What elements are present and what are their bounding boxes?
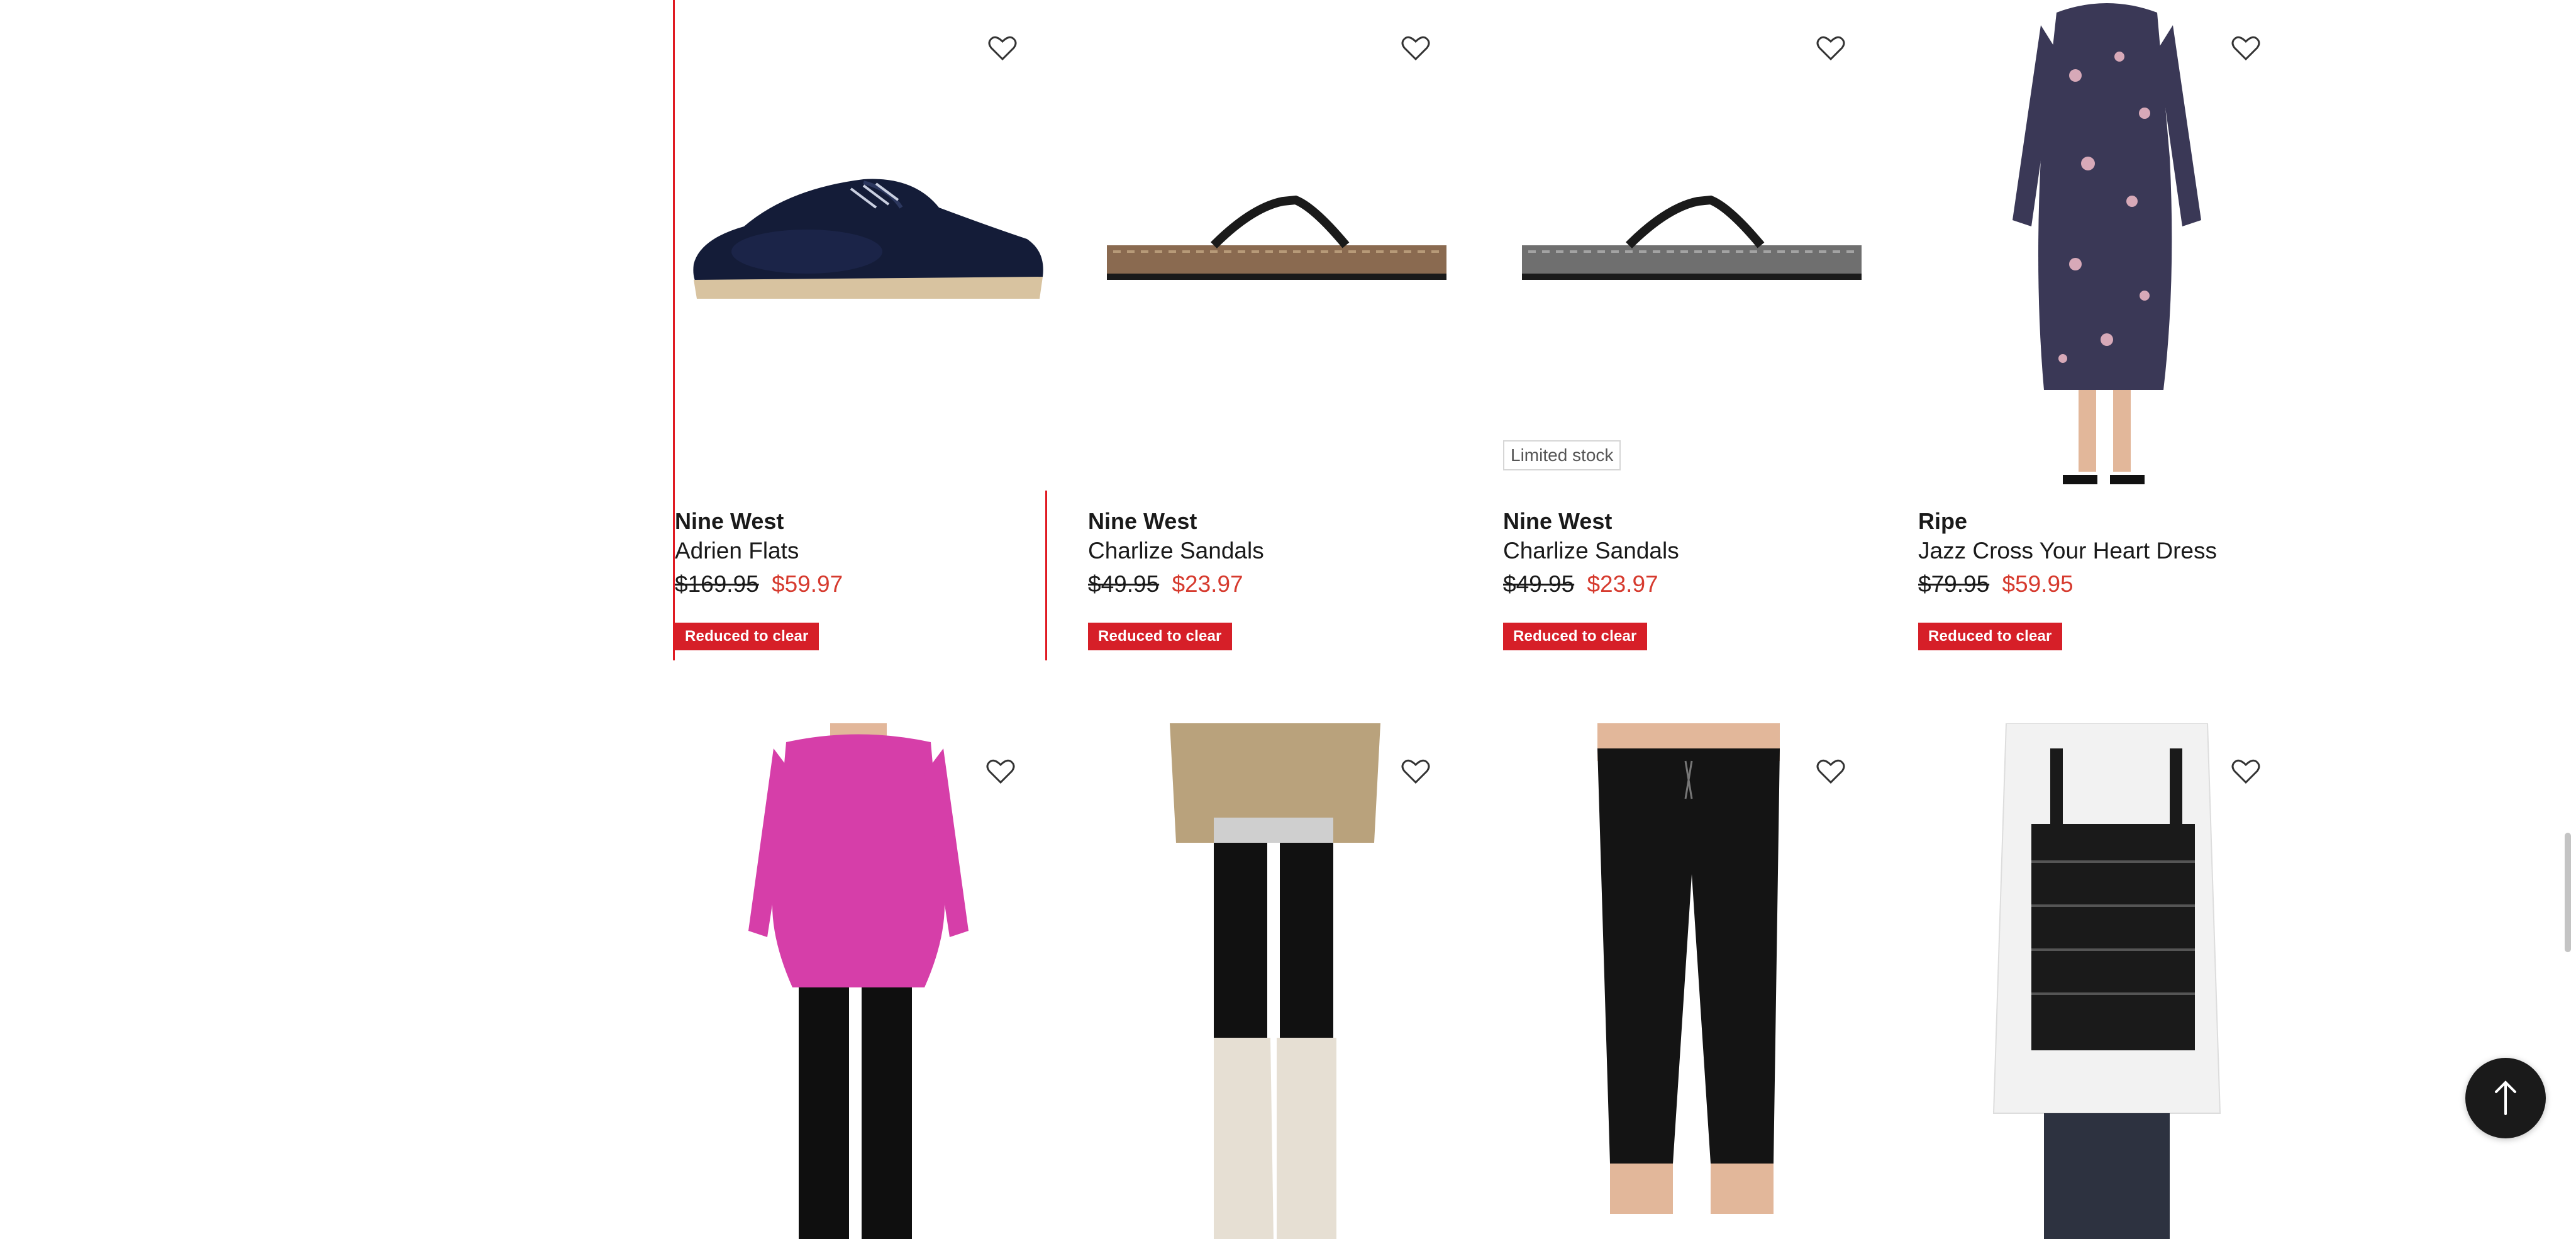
product-card-pink-sweater[interactable] [673,723,1047,1239]
sale-tag: Reduced to clear [1503,623,1647,650]
heart-icon[interactable] [1396,28,1436,68]
original-price: $49.95 [1503,571,1575,597]
sale-price: $23.97 [1172,571,1243,597]
product-image[interactable] [675,0,1049,491]
product-image[interactable]: Limited stock [1503,0,1877,491]
heart-icon[interactable] [1396,751,1436,791]
scroll-to-top-button[interactable] [2465,1058,2546,1138]
product-brand[interactable]: Nine West [1088,508,1197,535]
product-image[interactable] [1918,723,2292,1239]
sale-price: $59.95 [2002,571,2074,597]
product-card-charlize-sandals-1[interactable]: Nine West Charlize Sandals $49.95 $23.97… [1088,0,1462,660]
original-price: $49.95 [1088,571,1160,597]
product-price: $169.95 $59.97 [675,571,843,597]
product-card-black-pants[interactable] [1503,723,1877,1239]
heart-icon[interactable] [1811,751,1851,791]
product-price: $49.95 $23.97 [1503,571,1658,597]
product-card-jazz-dress[interactable]: Ripe Jazz Cross Your Heart Dress $79.95 … [1918,0,2292,660]
product-card-fringe-top[interactable] [1918,723,2292,1239]
product-name[interactable]: Adrien Flats [675,538,799,564]
sale-price: $23.97 [1587,571,1658,597]
limited-stock-badge: Limited stock [1503,440,1621,470]
heart-icon[interactable] [982,28,1023,68]
product-card-adrien-flats[interactable]: Nine West Adrien Flats $169.95 $59.97 Re… [673,0,1049,660]
scrollbar[interactable] [2565,833,2571,952]
product-image[interactable] [1918,0,2292,491]
product-name[interactable]: Jazz Cross Your Heart Dress [1918,538,2217,564]
original-price: $169.95 [675,571,759,597]
product-image[interactable] [1088,723,1462,1239]
product-name[interactable]: Charlize Sandals [1503,538,1679,564]
sale-tag: Reduced to clear [675,623,819,650]
product-price: $79.95 $59.95 [1918,571,2074,597]
heart-icon[interactable] [1811,28,1851,68]
product-brand[interactable]: Nine West [675,508,784,535]
product-card-charlize-sandals-2[interactable]: Limited stock Nine West Charlize Sandals… [1503,0,1877,660]
product-name[interactable]: Charlize Sandals [1088,538,1264,564]
sale-price: $59.97 [772,571,843,597]
product-card-beige-sweater[interactable] [1088,723,1462,1239]
original-price: $79.95 [1918,571,1990,597]
sale-tag: Reduced to clear [1088,623,1232,650]
product-brand[interactable]: Nine West [1503,508,1612,535]
arrow-up-icon [2495,1081,2516,1115]
heart-icon[interactable] [2226,28,2266,68]
product-image[interactable] [1503,723,1877,1239]
product-price: $49.95 $23.97 [1088,571,1243,597]
heart-icon[interactable] [980,751,1021,791]
heart-icon[interactable] [2226,751,2266,791]
product-brand[interactable]: Ripe [1918,508,1967,535]
sale-tag: Reduced to clear [1918,623,2062,650]
product-image[interactable] [1088,0,1462,491]
product-image[interactable] [673,723,1047,1239]
